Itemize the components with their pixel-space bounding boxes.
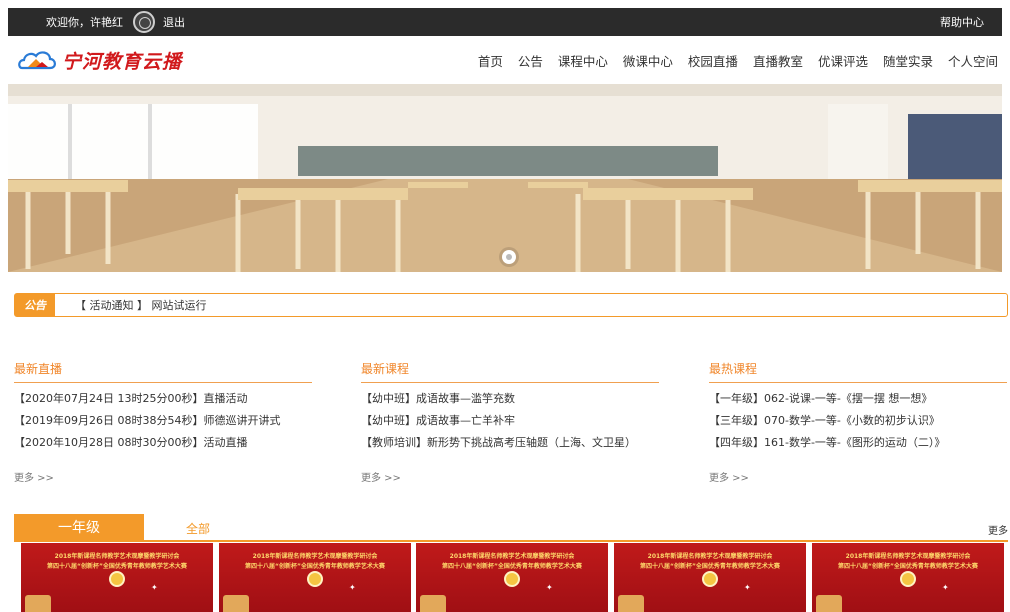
emblem-icon <box>504 571 520 587</box>
list-item[interactable]: 【三年级】070-数学-一等-《小数的初步认识》 <box>709 415 1007 427</box>
latest-courses-title: 最新课程 <box>361 360 659 383</box>
nav-live-classroom[interactable]: 直播教室 <box>753 51 803 70</box>
main-nav: 首页 公告 课程中心 微课中心 校园直播 直播教室 优课评选 随堂实录 个人空间 <box>463 51 998 70</box>
trophy-icon <box>223 595 249 612</box>
site-header: 宁河教育云播 首页 公告 课程中心 微课中心 校园直播 直播教室 优课评选 随堂… <box>8 36 1002 84</box>
announcement-bar: 公告 【 活动通知 】 网站试运行 <box>14 293 1008 317</box>
card-subtitle-line: 第四十八届“创新杯”全国优秀青年教师教学艺术大赛 <box>442 563 582 570</box>
more-link[interactable]: 更多 >> <box>14 469 312 484</box>
hot-courses-title: 最热课程 <box>709 360 1007 383</box>
card-title-line: 2018年新课程名师教学艺术观摩暨教学研讨会 <box>647 553 773 560</box>
hero-banner[interactable] <box>8 84 1002 272</box>
nav-announcements[interactable]: 公告 <box>518 51 543 70</box>
card-subtitle-line: 第四十八届“创新杯”全国优秀青年教师教学艺术大赛 <box>245 563 385 570</box>
top-bar: 欢迎你，许艳红 退出 帮助中心 <box>8 8 1002 36</box>
course-card[interactable]: 2018年新课程名师教学艺术观摩暨教学研讨会 第四十八届“创新杯”全国优秀青年教… <box>416 543 608 612</box>
course-card[interactable]: 2018年新课程名师教学艺术观摩暨教学研讨会 第四十八届“创新杯”全国优秀青年教… <box>614 543 806 612</box>
list-item[interactable]: 【四年级】161-数学-一等-《图形的运动（二）》 <box>709 437 1007 449</box>
sparkle-icon: ✦ <box>349 583 356 592</box>
emblem-icon <box>109 571 125 587</box>
hot-courses-section: 最热课程 【一年级】062-说课-一等-《摆一摆 想一想》 【三年级】070-数… <box>709 360 1007 484</box>
list-item[interactable]: 【幼中班】成语故事—亡羊补牢 <box>361 415 659 427</box>
nav-classroom-recordings[interactable]: 随堂实录 <box>883 51 933 70</box>
sparkle-icon: ✦ <box>942 583 949 592</box>
nav-campus-live[interactable]: 校园直播 <box>688 51 738 70</box>
more-link[interactable]: 更多 >> <box>361 469 659 484</box>
carousel-indicator[interactable] <box>502 250 516 264</box>
list-item[interactable]: 【2020年07月24日 13时25分00秒】直播活动 <box>14 393 312 405</box>
latest-courses-section: 最新课程 【幼中班】成语故事—滥竽充数 【幼中班】成语故事—亡羊补牢 【教师培训… <box>361 360 659 484</box>
nav-micro-course-center[interactable]: 微课中心 <box>623 51 673 70</box>
list-item[interactable]: 【一年级】062-说课-一等-《摆一摆 想一想》 <box>709 393 1007 405</box>
sparkle-icon: ✦ <box>151 583 158 592</box>
announcement-text[interactable]: 【 活动通知 】 网站试运行 <box>75 297 207 313</box>
trophy-icon <box>25 595 51 612</box>
course-card[interactable]: 2018年新课程名师教学艺术观摩暨教学研讨会 第四十八届“创新杯”全国优秀青年教… <box>219 543 411 612</box>
sparkle-icon: ✦ <box>546 583 553 592</box>
course-card[interactable]: 2018年新课程名师教学艺术观摩暨教学研讨会 第四十八届“创新杯”全国优秀青年教… <box>21 543 213 612</box>
list-item[interactable]: 【教师培训】新形势下挑战高考压轴题（上海、文卫星） <box>361 437 659 449</box>
help-center-link[interactable]: 帮助中心 <box>940 14 984 30</box>
nav-excellent-course-selection[interactable]: 优课评选 <box>818 51 868 70</box>
latest-live-section: 最新直播 【2020年07月24日 13时25分00秒】直播活动 【2019年0… <box>14 360 312 484</box>
card-subtitle-line: 第四十八届“创新杯”全国优秀青年教师教学艺术大赛 <box>640 563 780 570</box>
card-title-line: 2018年新课程名师教学艺术观摩暨教学研讨会 <box>449 553 575 560</box>
card-title-line: 2018年新课程名师教学艺术观摩暨教学研讨会 <box>845 553 971 560</box>
card-subtitle-line: 第四十八届“创新杯”全国优秀青年教师教学艺术大赛 <box>47 563 187 570</box>
card-title-line: 2018年新课程名师教学艺术观摩暨教学研讨会 <box>252 553 378 560</box>
emblem-icon <box>307 571 323 587</box>
emblem-icon <box>900 571 916 587</box>
welcome-text: 欢迎你，许艳红 <box>46 16 123 29</box>
more-link[interactable]: 更多 >> <box>709 469 1007 484</box>
more-link[interactable]: 更多 <box>988 522 1008 537</box>
trophy-icon <box>816 595 842 612</box>
sparkle-icon: ✦ <box>744 583 751 592</box>
nav-course-center[interactable]: 课程中心 <box>558 51 608 70</box>
tab-all[interactable]: 全部 <box>186 520 210 537</box>
trophy-icon <box>618 595 644 612</box>
emblem-icon <box>702 571 718 587</box>
logo-text: 宁河教育云播 <box>62 50 183 73</box>
nav-home[interactable]: 首页 <box>478 51 503 70</box>
classroom-banner-image <box>8 84 1002 272</box>
cloud-logo-icon <box>18 51 56 70</box>
list-item[interactable]: 【2020年10月28日 08时30分00秒】活动直播 <box>14 437 312 449</box>
card-subtitle-line: 第四十八届“创新杯”全国优秀青年教师教学艺术大赛 <box>838 563 978 570</box>
course-card[interactable]: 2018年新课程名师教学艺术观摩暨教学研讨会 第四十八届“创新杯”全国优秀青年教… <box>812 543 1004 612</box>
logout-link[interactable]: 退出 <box>163 14 185 30</box>
grade-tabs: 一年级 全部 更多 <box>14 514 1008 542</box>
announcement-tag: 公告 <box>15 294 55 316</box>
avatar-icon[interactable] <box>133 11 155 33</box>
card-title-line: 2018年新课程名师教学艺术观摩暨教学研讨会 <box>54 553 180 560</box>
nav-personal-space[interactable]: 个人空间 <box>948 51 998 70</box>
tab-grade-one[interactable]: 一年级 <box>14 514 144 540</box>
site-logo[interactable]: 宁河教育云播 <box>16 46 182 74</box>
list-item[interactable]: 【2019年09月26日 08时38分54秒】师德巡讲开讲式 <box>14 415 312 427</box>
latest-live-title: 最新直播 <box>14 360 312 383</box>
list-item[interactable]: 【幼中班】成语故事—滥竽充数 <box>361 393 659 405</box>
trophy-icon <box>420 595 446 612</box>
